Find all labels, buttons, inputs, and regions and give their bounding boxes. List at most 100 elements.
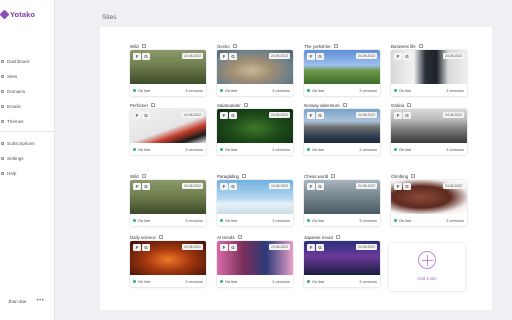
site-name: Wild [130,173,139,179]
online-status-icon [133,218,136,222]
site-name: AI trends [217,234,235,240]
github-badge: G [142,112,150,119]
site-card-body[interactable]: F G 24.06.2022 On line 3 versions [130,50,206,96]
site-card-body[interactable]: F G 24.06.2022 On line 3 versions [391,109,467,155]
site-date: 24.06.2022 [443,183,464,189]
site-versions[interactable]: 3 versions [185,88,203,93]
copy-icon[interactable] [331,174,336,178]
logo-icon [0,9,10,20]
copy-icon[interactable] [335,235,340,239]
copy-icon[interactable] [407,103,412,107]
online-status-icon [220,279,223,283]
site-versions[interactable]: 3 versions [446,88,464,93]
sidebar-item-themes[interactable]: Themes [0,114,55,129]
copy-icon[interactable] [141,44,146,48]
site-card-body[interactable]: F G 24.06.2022 On line 3 versions [217,50,293,96]
site-versions[interactable]: 3 versions [359,279,377,284]
copy-icon[interactable] [232,44,237,48]
figma-badge: F [307,244,315,251]
site-date: 24.06.2022 [269,244,290,250]
site-status: On line [225,87,238,93]
sidebar-item-sites[interactable]: Sites [0,69,55,84]
site-card-body[interactable]: F G 24.06.2022 On line 3 versions [391,180,467,226]
site-card-body[interactable]: F G 24.06.2022 On line 3 versions [217,180,293,226]
site-thumbnail: F G 24.06.2022 [217,50,293,84]
logo[interactable]: Yotako [0,9,35,20]
copy-icon[interactable] [342,103,347,107]
site-versions[interactable]: 3 versions [185,279,203,284]
site-versions[interactable]: 3 versions [272,279,290,284]
site-card-footer: On line 3 versions [217,275,293,287]
copy-icon[interactable] [411,174,416,178]
site-card-header: The yorkshire [304,42,380,50]
site-card-footer: On line 3 versions [217,143,293,155]
site-card-header: Climbing [391,172,467,180]
site-versions[interactable]: 3 versions [185,218,203,223]
site-card-body[interactable]: F G 24.06.2022 On line 3 versions [304,50,380,96]
site-card-body[interactable]: F G 24.06.2022 On line 3 versions [391,50,467,96]
copy-icon[interactable] [333,44,338,48]
site-card-header: Salamander [217,101,293,109]
site-card-body[interactable]: F G 24.06.2022 On line 3 versions [304,180,380,226]
add-site-button[interactable]: Add a site [389,243,465,291]
site-name: The yorkshire [304,43,331,49]
site-thumbnail: F G 24.06.2022 [391,109,467,143]
github-badge: G [403,112,411,119]
site-card-body[interactable]: F G 24.06.2022 On line 3 versions [304,241,380,287]
site-status: On line [312,87,325,93]
copy-icon[interactable] [151,103,156,107]
user-menu: Jhon doe ••• [8,298,44,304]
site-versions[interactable]: 3 versions [185,147,203,152]
site-versions[interactable]: 3 versions [272,218,290,223]
site-card-body[interactable]: F G 24.06.2022 On line 3 versions [217,241,293,287]
site-card-header: AI trends [217,233,293,241]
site-card-body[interactable]: F G 24.06.2022 On line 3 versions [130,241,206,287]
sidebar-item-settings[interactable]: Settings [0,151,55,166]
sidebar-item-domains[interactable]: Domains [0,84,55,99]
figma-badge: F [220,183,228,190]
user-menu-button[interactable]: ••• [37,298,45,304]
online-status-icon [220,147,223,151]
copy-icon[interactable] [237,235,242,239]
online-status-icon [394,218,397,222]
site-versions[interactable]: 3 versions [272,88,290,93]
site-versions[interactable]: 3 versions [359,88,377,93]
site-date: 24.06.2022 [269,53,290,59]
copy-icon[interactable] [241,174,246,178]
site-card: Wild F G 24.06.2022 On line 3 versions [130,42,206,96]
figma-badge: F [220,53,228,60]
site-card-body[interactable]: F G 24.06.2022 On line 3 versions [217,109,293,155]
app: Yotako Dashboard Sites Domains Emails Th… [0,0,512,320]
site-card-body[interactable]: F G 24.06.2022 On line 3 versions [130,180,206,226]
site-card-body[interactable]: F G 24.06.2022 On line 3 versions [130,109,206,155]
site-card-header: Gecko [217,42,293,50]
site-name: Norway adventure [304,102,340,108]
sidebar-item-help[interactable]: Help [0,166,55,181]
themes-icon [1,120,4,123]
sidebar-item-emails[interactable]: Emails [0,99,55,114]
sidebar-nav: Dashboard Sites Domains Emails Themes Su… [0,54,55,181]
copy-icon[interactable] [418,44,423,48]
site-date: 24.06.2022 [182,244,203,250]
sidebar-item-dashboard[interactable]: Dashboard [0,54,55,69]
site-card-footer: On line 3 versions [130,275,206,287]
site-versions[interactable]: 3 versions [359,147,377,152]
site-card-body[interactable]: F G 24.06.2022 On line 3 versions [304,109,380,155]
site-date: 24.06.2022 [356,53,377,59]
site-versions[interactable]: 3 versions [446,147,464,152]
subscriptions-icon [1,142,4,145]
site-date: 24.06.2022 [269,183,290,189]
copy-icon[interactable] [243,103,248,107]
site-versions[interactable]: 3 versions [446,218,464,223]
settings-icon [1,157,4,160]
copy-icon[interactable] [141,174,146,178]
sidebar-item-subscriptions[interactable]: Subscriptions [0,136,55,151]
site-versions[interactable]: 3 versions [272,147,290,152]
sidebar-item-label: Subscriptions [7,141,35,146]
site-versions[interactable]: 3 versions [359,218,377,223]
site-card-header: Wild [130,42,206,50]
user-name: Jhon doe [8,298,27,304]
sites-icon [1,75,4,78]
site-status: On line [399,87,412,93]
copy-icon[interactable] [158,235,163,239]
